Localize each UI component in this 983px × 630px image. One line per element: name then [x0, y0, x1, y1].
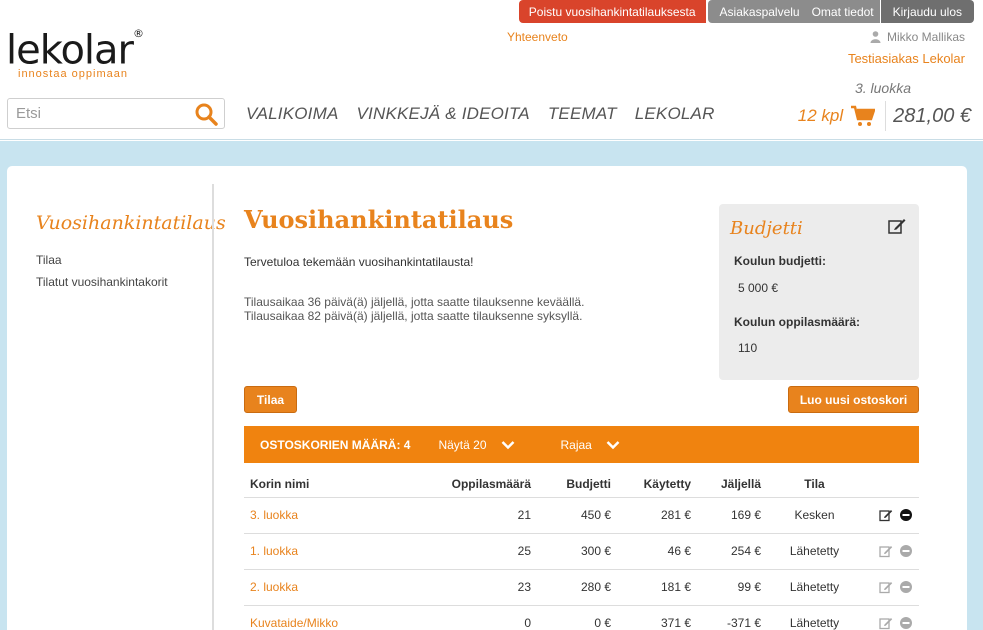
- edit-icon: [879, 618, 893, 630]
- basket-count: OSTOSKORIEN MÄÄRÄ: 4: [260, 437, 411, 452]
- column-header-budget[interactable]: Budjetti: [537, 472, 617, 498]
- filter-dropdown[interactable]: Rajaa: [561, 438, 620, 452]
- show-count-dropdown[interactable]: Näytä 20: [438, 438, 514, 452]
- edit-icon: [879, 582, 893, 594]
- logo-text: lekolar: [6, 27, 134, 74]
- column-header-actions: [862, 472, 919, 498]
- sidebar-divider: [212, 184, 214, 630]
- search-icon[interactable]: [194, 102, 218, 126]
- logout-button[interactable]: Kirjaudu ulos: [880, 0, 974, 23]
- top-bar: Poistu vuosihankintatilauksesta Asiakasp…: [518, 0, 974, 23]
- students-label: Koulun oppilasmäärä:: [734, 315, 861, 329]
- customer-service-link[interactable]: Asiakaspalvelu: [707, 0, 806, 23]
- chevron-down-icon: [501, 440, 514, 449]
- chevron-down-icon: [606, 440, 620, 449]
- cart-total: 281,00 €: [893, 104, 971, 127]
- cell-students: 21: [394, 497, 537, 534]
- table-row: 2. luokka 23 280 € 181 € 99 € Lähetetty: [244, 569, 919, 606]
- user-info[interactable]: Mikko Mallikas: [870, 30, 965, 44]
- table-row: 3. luokka 21 450 € 281 € 169 € Kesken: [244, 497, 919, 534]
- school-budget-value: 5 000 €: [738, 281, 779, 295]
- table-header-row: Korin nimi Oppilasmäärä Budjetti Käytett…: [244, 472, 919, 498]
- cell-left: 169 €: [697, 497, 767, 534]
- cell-left: 254 €: [697, 533, 767, 570]
- budget-title: Budjetti: [730, 218, 803, 239]
- cart-count: 12 kpl: [797, 106, 844, 125]
- cell-used: 371 €: [617, 605, 697, 630]
- filter-label: Rajaa: [560, 437, 592, 452]
- basket-name-link[interactable]: 2. luokka: [244, 569, 394, 606]
- order-time-autumn: Tilausaikaa 82 päivä(ä) jäljellä, jotta …: [244, 309, 583, 323]
- shopping-cart[interactable]: 12 kpl 281,00 €: [798, 100, 971, 132]
- column-header-status[interactable]: Tila: [767, 472, 862, 498]
- cell-budget: 280 €: [537, 569, 617, 606]
- basket-name-link[interactable]: Kuvataide/Mikko: [244, 605, 394, 630]
- edit-icon[interactable]: [888, 217, 906, 235]
- main-nav: VALIKOIMA VINKKEJÄ & IDEOITA TEEMAT LEKO…: [246, 104, 715, 124]
- cell-budget: 450 €: [537, 497, 617, 534]
- show-count-label: Näytä 20: [438, 437, 487, 452]
- school-budget-label: Koulun budjetti:: [734, 254, 826, 268]
- cell-students: 0: [394, 605, 537, 630]
- cell-budget: 300 €: [537, 533, 617, 570]
- table-row: 1. luokka 25 300 € 46 € 254 € Lähetetty: [244, 533, 919, 570]
- user-name: Mikko Mallikas: [886, 30, 965, 44]
- new-basket-button[interactable]: Luo uusi ostoskori: [788, 386, 919, 413]
- remove-icon: [900, 617, 912, 629]
- nav-item-valikoima[interactable]: VALIKOIMA: [246, 104, 339, 124]
- remove-icon: [900, 581, 912, 593]
- column-header-left[interactable]: Jäljellä: [697, 472, 767, 498]
- cell-status: Lähetetty: [767, 569, 862, 606]
- column-header-used[interactable]: Käytetty: [617, 472, 697, 498]
- budget-box: Budjetti Koulun budjetti: 5 000 € Koulun…: [719, 204, 919, 380]
- logo-tagline: innostaa oppimaan: [18, 68, 128, 81]
- summary-link[interactable]: Yhteenveto: [507, 30, 568, 44]
- page-title: Vuosihankintatilaus: [244, 205, 514, 234]
- cell-left: -371 €: [697, 605, 767, 630]
- cell-students: 23: [394, 569, 537, 606]
- cell-status: Lähetetty: [767, 533, 862, 570]
- cell-used: 46 €: [617, 533, 697, 570]
- my-info-link[interactable]: Omat tiedot: [805, 0, 880, 23]
- cell-students: 25: [394, 533, 537, 570]
- search-input[interactable]: [8, 99, 188, 128]
- basket-toolbar: OSTOSKORIEN MÄÄRÄ: 4 Näytä 20 Rajaa: [244, 426, 919, 463]
- sidebar-title: Vuosihankintatilaus: [36, 212, 226, 234]
- nav-item-teemat[interactable]: TEEMAT: [548, 104, 617, 124]
- customer-name[interactable]: Testiasiakas Lekolar: [848, 51, 965, 66]
- cell-used: 281 €: [617, 497, 697, 534]
- user-icon: [870, 31, 881, 43]
- basket-name-link[interactable]: 1. luokka: [244, 533, 394, 570]
- cart-divider: [885, 101, 887, 131]
- sidebar-item-tilaa[interactable]: Tilaa: [36, 253, 62, 267]
- column-header-students[interactable]: Oppilasmäärä: [394, 472, 537, 498]
- table-row: Kuvataide/Mikko 0 0 € 371 € -371 € Lähet…: [244, 605, 919, 630]
- remove-icon[interactable]: [899, 508, 913, 522]
- cell-status: Kesken: [767, 497, 862, 534]
- exit-order-button[interactable]: Poistu vuosihankintatilauksesta: [518, 0, 706, 23]
- order-time-spring: Tilausaikaa 36 päivä(ä) jäljellä, jotta …: [244, 295, 585, 309]
- edit-icon: [879, 546, 893, 558]
- cart-basket-name: 3. luokka: [854, 80, 911, 96]
- sidebar-item-ordered-baskets[interactable]: Tilatut vuosihankintakorit: [36, 275, 168, 289]
- order-button[interactable]: Tilaa: [244, 386, 297, 413]
- nav-item-vinkkeja[interactable]: VINKKEJÄ & IDEOITA: [357, 104, 530, 124]
- logo-registered: ®: [133, 27, 144, 40]
- cell-budget: 0 €: [537, 605, 617, 630]
- edit-icon[interactable]: [879, 508, 893, 522]
- cart-icon: [851, 105, 876, 126]
- remove-icon: [900, 545, 912, 557]
- search-box: [7, 98, 225, 129]
- cell-status: Lähetetty: [767, 605, 862, 630]
- cell-used: 181 €: [617, 569, 697, 606]
- site-header: lekolar® innostaa oppimaan Poistu vuosih…: [0, 0, 983, 140]
- lekolar-logo[interactable]: lekolar® innostaa oppimaan: [6, 26, 144, 81]
- basket-name-link[interactable]: 3. luokka: [244, 497, 394, 534]
- cell-left: 99 €: [697, 569, 767, 606]
- welcome-text: Tervetuloa tekemään vuosihankintatilaust…: [244, 255, 474, 269]
- nav-item-lekolar[interactable]: LEKOLAR: [635, 104, 715, 124]
- column-header-name[interactable]: Korin nimi: [244, 472, 394, 498]
- students-value: 110: [738, 341, 758, 355]
- baskets-table: Korin nimi Oppilasmäärä Budjetti Käytett…: [244, 472, 919, 630]
